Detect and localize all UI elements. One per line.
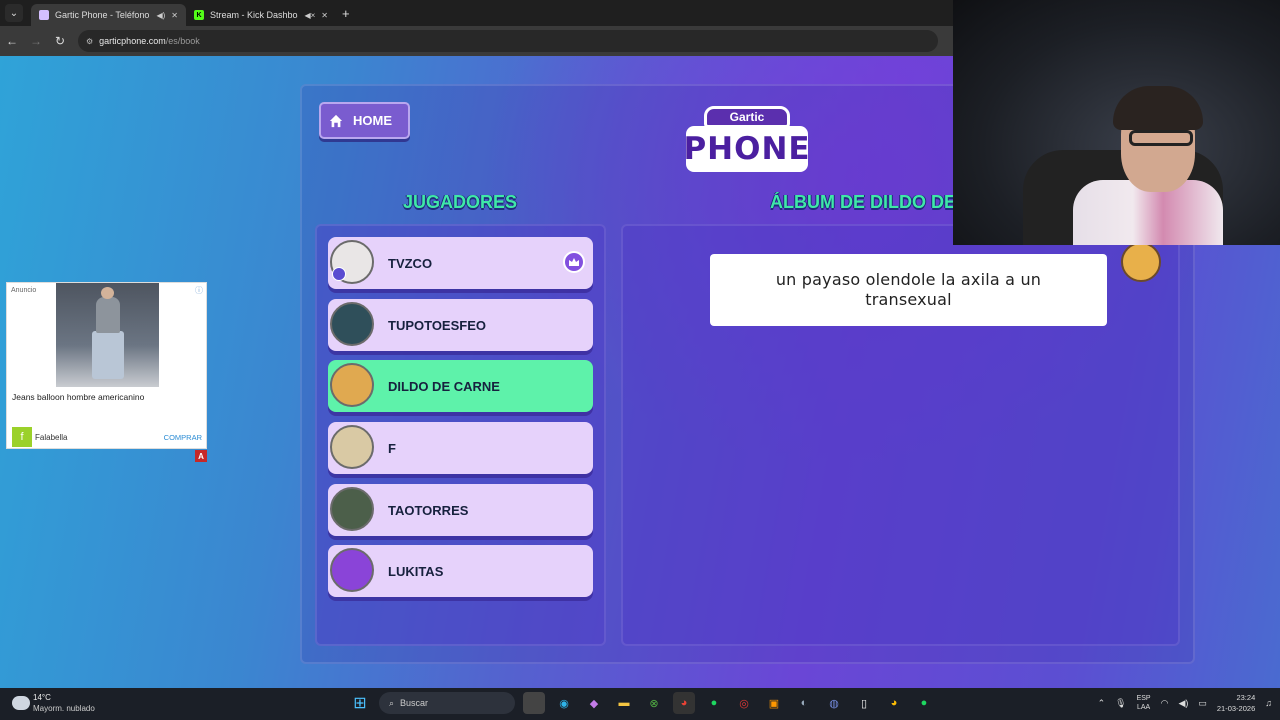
- crown-icon: [563, 251, 585, 273]
- home-label: HOME: [353, 113, 392, 128]
- tab-kick-dashboard[interactable]: K Stream - Kick Dashboard ◀× ✕: [186, 4, 336, 26]
- weather-cloud-icon[interactable]: [12, 696, 30, 710]
- tab-title: Gartic Phone - Teléfono De: [55, 10, 150, 20]
- steam-icon[interactable]: ◐: [793, 692, 815, 714]
- home-button[interactable]: HOME: [319, 102, 410, 139]
- spotify-icon[interactable]: ●: [703, 692, 725, 714]
- tab-search-icon[interactable]: ⌄: [5, 4, 23, 22]
- discord-icon[interactable]: ◍: [823, 692, 845, 714]
- gartic-favicon-icon: [39, 10, 49, 20]
- player-card-tvzco[interactable]: TVZCO: [328, 237, 593, 289]
- system-tray: ⌃ 🎙 ESP LAA ◠ ◀) ▭ 23:24 21-03-2026 ♫: [1098, 692, 1272, 714]
- xbox-icon[interactable]: ⊗: [643, 692, 665, 714]
- notification-bell-icon[interactable]: ♫: [1265, 698, 1272, 708]
- player-avatar-icon: [330, 548, 374, 592]
- edge-icon[interactable]: ◉: [553, 692, 575, 714]
- ad-product-image[interactable]: [56, 283, 159, 387]
- ad-info-icon[interactable]: ⓘ: [195, 285, 203, 296]
- ad-choice-icon[interactable]: A: [195, 450, 207, 462]
- search-placeholder: Buscar: [400, 698, 429, 708]
- ad-label: Anuncio: [11, 287, 37, 294]
- lang-top: ESP: [1136, 695, 1151, 702]
- album-title: ÁLBUM DE DILDO DE CARNE: [770, 192, 954, 212]
- url-path: /es/book: [165, 36, 200, 46]
- logo-gartic-text: Gartic: [704, 106, 790, 128]
- player-card-f[interactable]: F: [328, 422, 593, 474]
- ad-cta-link[interactable]: COMPRAR: [164, 433, 202, 442]
- taskbar: 14°C Mayorm. nublado ⊞ ⌕ Buscar ◉ ◆ ▬ ⊗ …: [0, 688, 1280, 720]
- player-avatar-icon: [330, 363, 374, 407]
- logo-phone-text: PHONE: [683, 131, 811, 167]
- reload-icon[interactable]: ↻: [48, 34, 72, 48]
- close-tab-icon[interactable]: ✕: [171, 11, 178, 20]
- app-icon[interactable]: ▣: [763, 692, 785, 714]
- ad-banner[interactable]: Anuncio ⓘ Jeans balloon hombre americani…: [6, 282, 207, 449]
- webcam-overlay: [953, 0, 1280, 245]
- clock-date: 21-03-2026: [1216, 704, 1256, 713]
- forward-icon[interactable]: →: [24, 34, 48, 48]
- weather-temp[interactable]: 14°C: [33, 693, 51, 702]
- tab-gartic-phone[interactable]: Gartic Phone - Teléfono De ◀) ✕: [31, 4, 186, 26]
- player-avatar-icon: [330, 302, 374, 346]
- player-name: TUPOTOESFEO: [388, 317, 486, 333]
- notepad-icon[interactable]: ▯: [853, 692, 875, 714]
- volume-icon[interactable]: ◀): [1178, 698, 1188, 709]
- copilot-icon[interactable]: ◆: [583, 692, 605, 714]
- host-user-icon: [332, 267, 346, 281]
- player-card-lukitas[interactable]: LUKITAS: [328, 545, 593, 597]
- chrome-profile-icon[interactable]: ◕: [883, 692, 905, 714]
- album-entry-bubble: un payaso olendole la axila a un transex…: [710, 254, 1107, 326]
- kick-favicon-icon: K: [194, 10, 204, 20]
- player-avatar-icon: [330, 425, 374, 469]
- home-icon: [329, 114, 343, 127]
- microphone-icon[interactable]: 🎙: [1115, 698, 1126, 709]
- author-avatar-icon: [1121, 242, 1161, 282]
- search-icon: ⌕: [389, 697, 395, 708]
- player-name: DILDO DE CARNE: [388, 378, 500, 394]
- player-name: F: [388, 440, 396, 456]
- close-tab-icon[interactable]: ✕: [321, 11, 328, 20]
- clock-time: 23:24: [1236, 693, 1256, 702]
- url-field[interactable]: ⚙ garticphone.com/es/book: [78, 30, 938, 52]
- lang-bottom: LAA: [1136, 704, 1151, 711]
- language-indicator[interactable]: ESP LAA: [1137, 694, 1151, 712]
- player-name: TAOTORRES: [388, 502, 469, 518]
- file-explorer-icon[interactable]: ▬: [613, 692, 635, 714]
- battery-icon[interactable]: ▭: [1198, 698, 1207, 709]
- album-entry-text: un payaso olendole la axila a un transex…: [775, 270, 1042, 309]
- gartic-phone-logo: Gartic PHONE: [683, 102, 811, 176]
- player-card-taotorres[interactable]: TAOTORRES: [328, 484, 593, 536]
- obs-icon[interactable]: ◎: [733, 692, 755, 714]
- audio-icon[interactable]: ◀): [156, 11, 165, 20]
- taskbar-apps: ⊞ ⌕ Buscar ◉ ◆ ▬ ⊗ ◕ ● ◎ ▣ ◐ ◍ ▯ ◕ ●: [349, 692, 935, 714]
- windows-start-icon[interactable]: ⊞: [349, 692, 371, 714]
- player-name: LUKITAS: [388, 563, 444, 579]
- brand-logo: f: [12, 427, 32, 447]
- weather-desc[interactable]: Mayorm. nublado: [33, 704, 95, 713]
- player-avatar-icon: [330, 487, 374, 531]
- tab-title: Stream - Kick Dashboard: [210, 10, 298, 20]
- ad-product-text[interactable]: Jeans balloon hombre americanino: [12, 392, 144, 402]
- url-host: garticphone.com: [99, 36, 166, 46]
- taskbar-search[interactable]: ⌕ Buscar: [379, 692, 515, 714]
- players-title: JUGADORES: [402, 192, 518, 212]
- ad-brand: Falabella: [35, 433, 68, 442]
- chevron-up-icon[interactable]: ⌃: [1098, 698, 1106, 709]
- new-tab-icon[interactable]: +: [342, 6, 350, 21]
- site-info-icon[interactable]: ⚙: [86, 37, 93, 46]
- player-card-dildo-de-carne[interactable]: DILDO DE CARNE: [328, 360, 593, 412]
- task-view-icon[interactable]: [523, 692, 545, 714]
- wifi-icon[interactable]: ◠: [1161, 698, 1169, 709]
- spotify-icon[interactable]: ●: [913, 692, 935, 714]
- back-icon[interactable]: ←: [0, 34, 24, 48]
- player-card-tupotoesfeo[interactable]: TUPOTOESFEO: [328, 299, 593, 351]
- chrome-icon[interactable]: ◕: [673, 692, 695, 714]
- player-name: TVZCO: [388, 255, 433, 271]
- muted-icon[interactable]: ◀×: [304, 11, 315, 20]
- clock[interactable]: 23:24 21-03-2026: [1217, 692, 1255, 714]
